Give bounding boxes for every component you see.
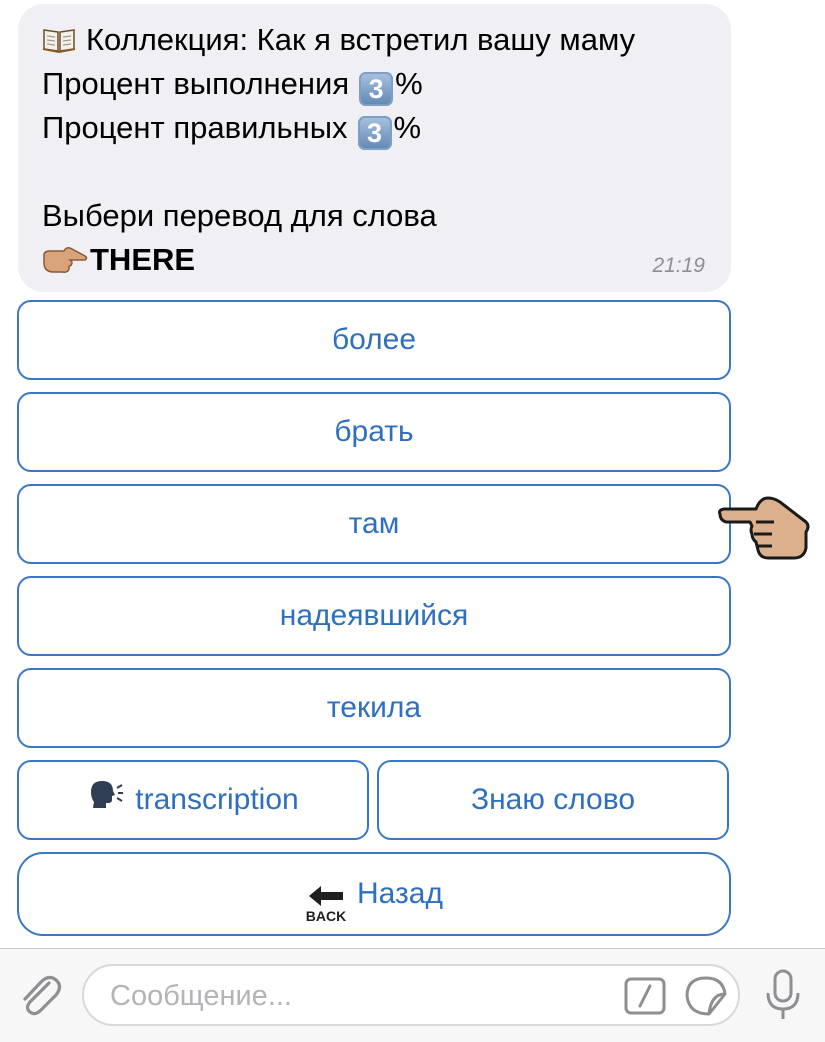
target-word: THERE	[90, 242, 196, 277]
back-button[interactable]: BACK Назад	[17, 852, 731, 936]
word-line: THERE	[42, 242, 195, 278]
pointing-right-hand-icon	[716, 492, 812, 569]
completion-label: Процент выполнения	[42, 66, 350, 101]
keycap-digit-icon: 3	[357, 116, 392, 150]
back-label: Назад	[357, 877, 443, 910]
back-icon-text: BACK	[306, 908, 346, 924]
correct-line: Процент правильных 3%	[42, 110, 421, 150]
message-input-bar: Сообщение...	[0, 948, 825, 1042]
message-time: 21:19	[652, 254, 705, 277]
paperclip-icon[interactable]	[16, 971, 62, 1026]
answer-option-button[interactable]: более	[17, 300, 731, 380]
collection-line: Коллекция: Как я встретил вашу маму	[42, 22, 635, 58]
correct-label: Процент правильных	[42, 110, 348, 145]
microphone-icon[interactable]	[764, 969, 802, 1026]
back-arrow-icon: BACK	[305, 875, 347, 924]
pointing-right-hand-icon	[42, 245, 88, 275]
slash-command-icon[interactable]	[624, 977, 666, 1020]
know-word-button[interactable]: Знаю слово	[377, 760, 729, 840]
answer-option-button[interactable]: брать	[17, 392, 731, 472]
message-input[interactable]: Сообщение...	[82, 964, 740, 1026]
completion-line: Процент выполнения 3%	[42, 66, 423, 106]
percent-sign: %	[395, 66, 423, 101]
answer-option-button[interactable]: там	[17, 484, 731, 564]
sticker-icon[interactable]	[684, 975, 728, 1022]
open-book-icon	[42, 25, 76, 54]
collection-title: Коллекция: Как я встретил вашу маму	[86, 22, 636, 57]
speaking-head-icon	[87, 763, 125, 839]
percent-sign: %	[393, 110, 422, 145]
transcription-button[interactable]: transcription	[17, 760, 369, 840]
bot-message-bubble: Коллекция: Как я встретил вашу маму Проц…	[18, 4, 731, 292]
prompt-line: Выбери перевод для слова	[42, 198, 437, 233]
keycap-digit-icon: 3	[359, 72, 394, 106]
answer-option-button[interactable]: текила	[17, 668, 731, 748]
answer-option-button[interactable]: надеявшийся	[17, 576, 731, 656]
transcription-label: transcription	[135, 783, 299, 816]
message-placeholder: Сообщение...	[110, 980, 292, 1012]
